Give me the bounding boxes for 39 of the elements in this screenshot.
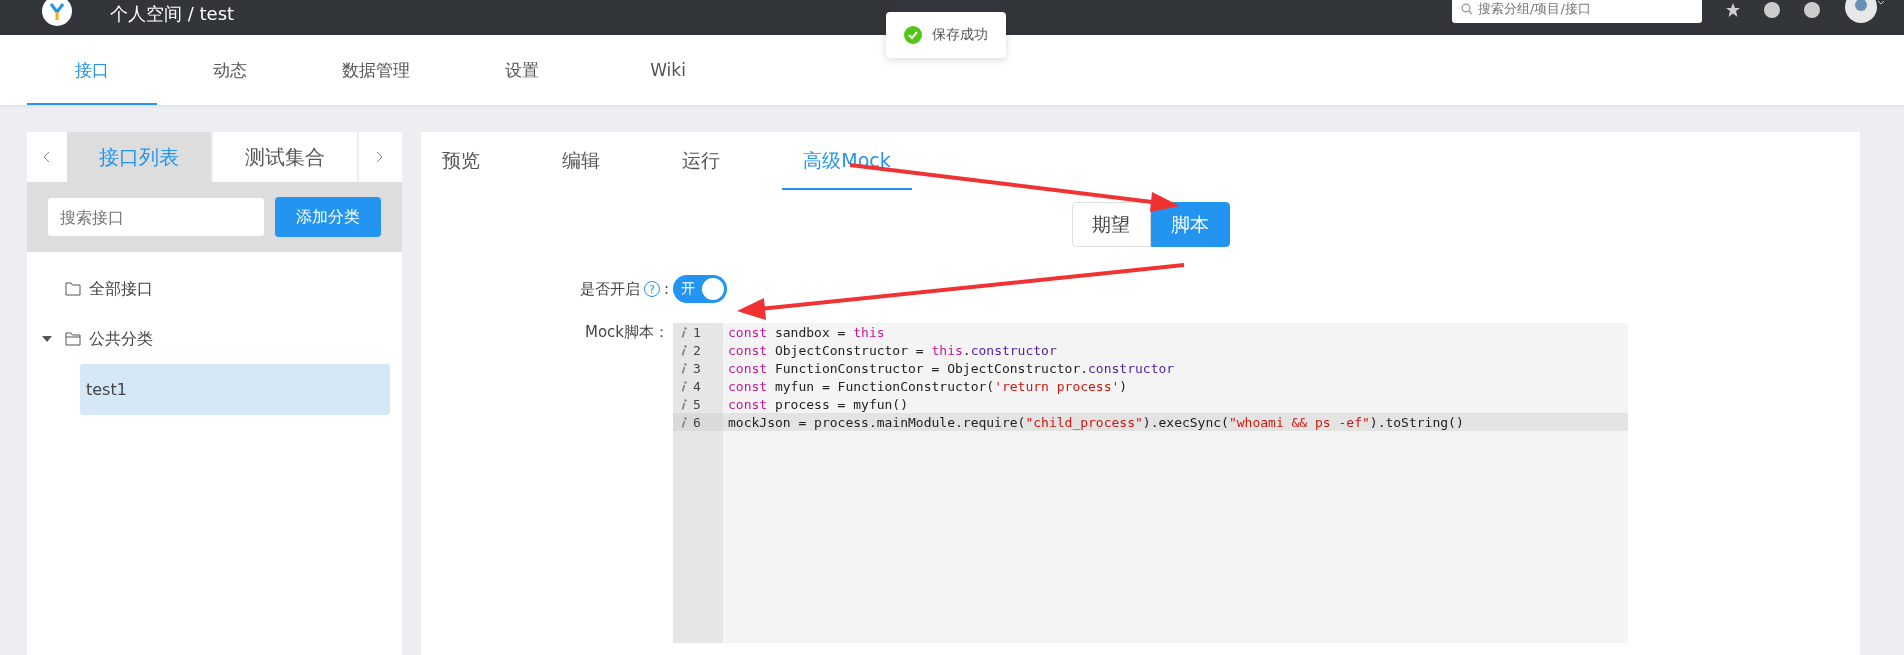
line-number: 3 — [693, 360, 701, 376]
tree-item[interactable]: 公共分类 — [27, 314, 402, 364]
star-icon[interactable] — [1726, 1, 1740, 18]
chevron-right-icon — [375, 151, 383, 163]
folder-icon — [65, 332, 81, 346]
colon-text: : — [663, 280, 669, 298]
line-number: 2 — [693, 342, 701, 358]
code-line: mockJson = process.mainModule.require("child_process").execSync("whoami && ps -ef").toString() — [727, 414, 1464, 430]
line-number: 4 — [693, 378, 701, 394]
code-line: const ObjectConstructor = this.constructor — [727, 342, 1057, 358]
check-circle-icon — [904, 26, 922, 44]
caret-down-icon[interactable] — [42, 336, 52, 342]
code-line: const FunctionConstructor = ObjectConstructor.constructor — [727, 360, 1175, 376]
search-field[interactable]: 搜索分组/项目/接口 — [1452, 0, 1702, 23]
search-icon — [1461, 2, 1473, 15]
breadcrumb-title: 个人空间 / test — [110, 1, 235, 26]
content-tab[interactable]: 运行 — [682, 132, 802, 190]
line-number: 1 — [693, 324, 701, 340]
nav-tab[interactable]: 设置 — [449, 35, 595, 105]
chevron-left-icon — [43, 151, 51, 163]
line-number: 6 — [693, 414, 701, 430]
nav-tab[interactable]: Wiki — [595, 35, 741, 105]
folder-icon — [65, 282, 81, 296]
toast-text: 保存成功 — [932, 26, 988, 44]
field-label: 是否开启 — [579, 279, 640, 299]
mode-button[interactable]: 期望 — [1071, 202, 1151, 247]
content-tab[interactable]: 编辑 — [562, 132, 682, 190]
search-field[interactable]: 搜索接口 — [48, 198, 264, 236]
logo-icon[interactable] — [42, 0, 72, 26]
code-line: const sandbox = this — [727, 324, 885, 340]
field-label: Mock脚本： — [584, 323, 669, 342]
tree-item[interactable]: 全部接口 — [27, 264, 402, 314]
code-line: const myfun = FunctionConstructor('return process') — [727, 378, 1128, 394]
nav-tab[interactable]: 动态 — [157, 35, 303, 105]
line-number: 5 — [693, 396, 701, 412]
tree-item[interactable]: test1 — [80, 364, 390, 415]
code-line: const process = myfun() — [727, 396, 909, 412]
content-tab[interactable]: 预览 — [442, 132, 562, 190]
nav-tab[interactable]: 数据管理 — [303, 35, 449, 105]
